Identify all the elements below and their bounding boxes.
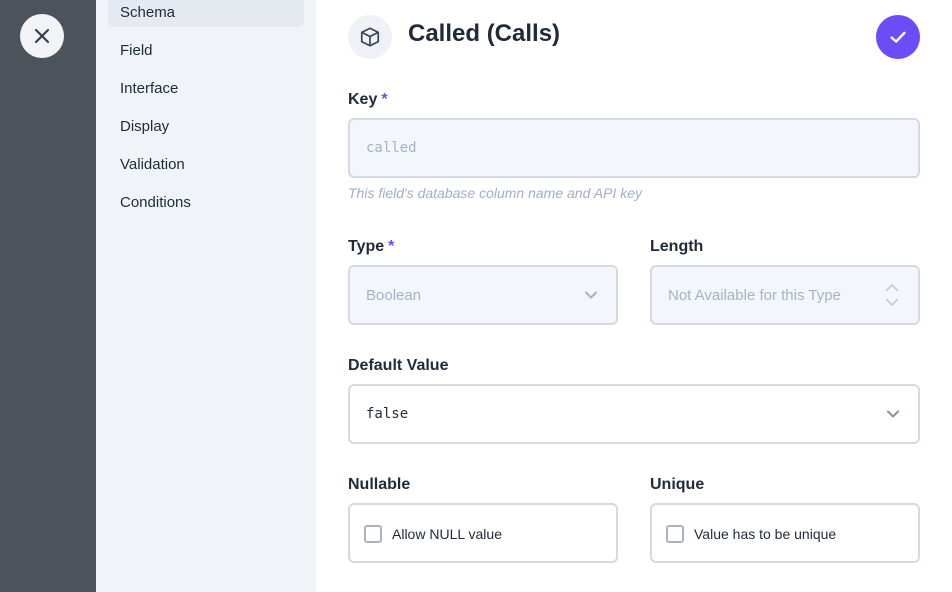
type-label: Type * [348, 238, 394, 256]
check-icon [890, 31, 906, 43]
length-input[interactable]: Not Available for this Type [650, 265, 920, 325]
chevron-down-icon [887, 410, 899, 418]
field-type-badge [348, 15, 392, 59]
unique-checkbox-field[interactable]: Value has to be unique [650, 503, 920, 563]
length-placeholder: Not Available for this Type [668, 286, 841, 304]
required-mark: * [381, 91, 388, 108]
sidebar-item-schema[interactable]: Schema [108, 0, 304, 27]
key-input[interactable]: called [348, 118, 920, 178]
type-value: Boolean [366, 286, 422, 304]
type-label-text: Type [348, 238, 385, 255]
save-button[interactable] [876, 15, 920, 59]
unique-label: Unique [650, 476, 705, 493]
nullable-label: Nullable [348, 476, 411, 493]
default-value-select[interactable]: false [348, 384, 920, 444]
main-panel: Called (Calls) Key * called This field's … [316, 0, 952, 592]
page-title: Called (Calls) [408, 20, 561, 47]
close-icon [34, 28, 50, 44]
key-hint: This field's database column name and AP… [348, 185, 642, 201]
sidebar-item-interface[interactable]: Interface [108, 73, 304, 103]
nullable-checkbox[interactable] [364, 525, 382, 543]
unique-checkbox-label: Value has to be unique [694, 526, 837, 542]
modal-overlay [0, 0, 96, 592]
sidebar-item-label: Field [120, 41, 153, 59]
sidebar-item-label: Interface [120, 79, 179, 97]
length-label: Length [650, 238, 704, 255]
sidebar-item-field[interactable]: Field [108, 35, 304, 65]
sidebar-item-conditions[interactable]: Conditions [108, 187, 304, 217]
sidebar-item-label: Conditions [120, 193, 191, 211]
sidebar-item-label: Display [120, 117, 170, 135]
key-label-text: Key [348, 91, 378, 108]
sidebar-item-display[interactable]: Display [108, 111, 304, 141]
close-button[interactable] [20, 14, 64, 58]
type-select[interactable]: Boolean [348, 265, 618, 325]
box-icon [360, 27, 380, 47]
stepper-icon [886, 284, 898, 306]
chevron-down-icon [585, 291, 597, 299]
sidebar-item-validation[interactable]: Validation [108, 149, 304, 179]
key-label: Key * [348, 91, 388, 109]
key-value: called [366, 140, 417, 156]
sidebar-item-label: Validation [120, 155, 185, 173]
nullable-checkbox-label: Allow NULL value [392, 526, 502, 542]
default-value-label: Default Value [348, 357, 449, 374]
sidebar-item-label: Schema [120, 3, 176, 21]
unique-checkbox[interactable] [666, 525, 684, 543]
default-value-value: false [366, 406, 409, 422]
sidebar-nav: Schema Field Interface Display Validatio… [96, 0, 316, 592]
nullable-checkbox-field[interactable]: Allow NULL value [348, 503, 618, 563]
required-mark: * [388, 238, 395, 255]
